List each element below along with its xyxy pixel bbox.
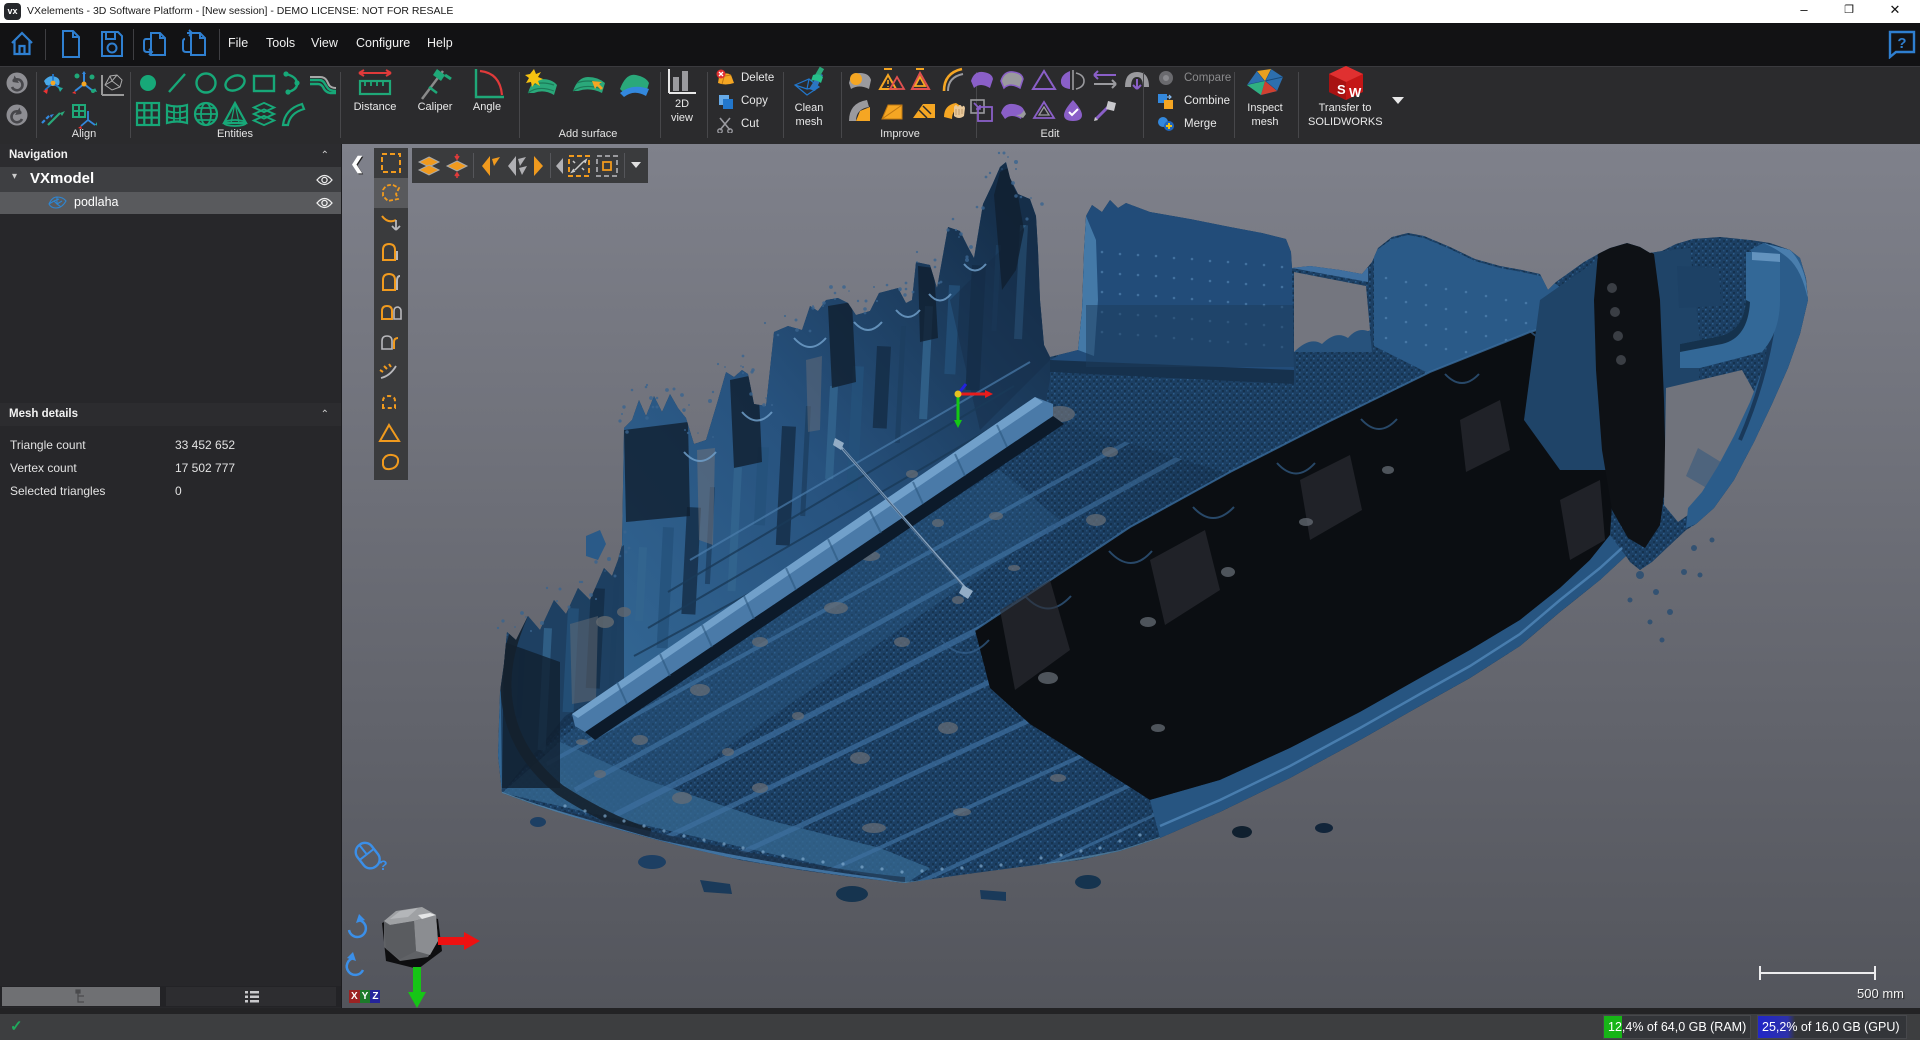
svg-text:?: ?	[379, 857, 388, 873]
svg-text:500 mm: 500 mm	[1857, 986, 1904, 1001]
svg-text:S: S	[1337, 82, 1346, 97]
svg-text:?: ?	[1897, 35, 1906, 52]
svg-text:W: W	[1349, 85, 1362, 100]
